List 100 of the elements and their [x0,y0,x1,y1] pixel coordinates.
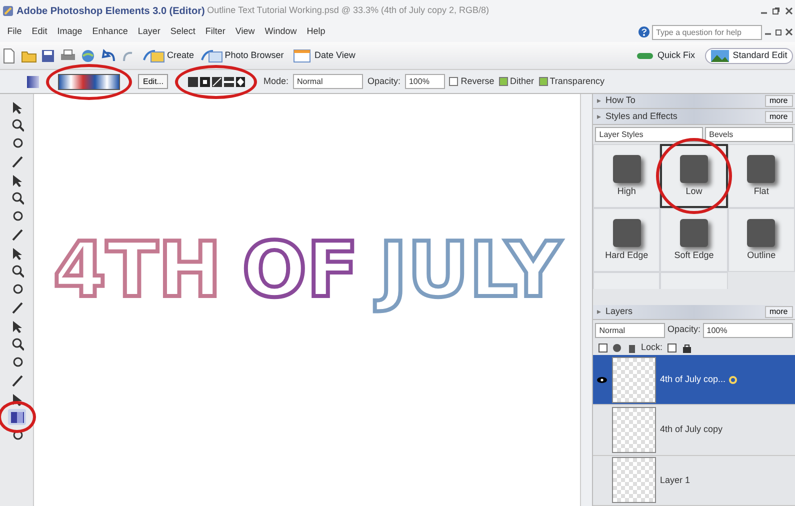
zoom-icon [10,118,24,132]
layer-row[interactable]: 4th of July copy [593,405,795,456]
bevel-preview-icon [612,154,641,183]
line-icon [10,227,24,242]
layer-blend-dropdown[interactable]: Normal [595,322,666,338]
mode-tab[interactable]: Standard Edit [704,48,793,64]
layer-thumbnail [612,407,656,454]
mode-label: Mode: [263,74,288,88]
trash-icon[interactable] [626,342,636,352]
style-label: Hard Edge [605,248,648,262]
tool-button[interactable] [8,408,26,425]
photo-browser-icon [200,48,223,64]
opacity-label: Opacity: [367,74,400,88]
style-tile[interactable]: Outline [728,208,795,272]
line-icon [10,373,24,388]
zoom-icon [10,264,24,278]
restore-icon[interactable] [774,28,782,36]
gradient-tool-icon [27,76,39,88]
style-label: Low [686,184,702,198]
palette-title: Layers [606,305,633,318]
style-tile[interactable]: Flat [728,144,795,208]
new-document-icon[interactable] [2,48,16,64]
globe-icon[interactable] [80,48,96,64]
checkbox[interactable]: Dither [498,74,534,88]
menu-item[interactable]: Filter [200,25,230,39]
style-tile[interactable]: High [593,144,660,208]
undo-icon[interactable] [100,48,117,62]
edit-button[interactable]: Edit... [138,74,168,89]
lock-transparency-icon[interactable] [667,342,678,352]
photo-browser-button[interactable]: Photo Browser [200,46,285,64]
layer-name: 4th of July copy [660,423,723,436]
gradient-types-drawing[interactable] [186,74,245,88]
layer-row[interactable]: 4th of July cop... [593,355,795,406]
adjustment-layer-icon[interactable] [612,342,622,352]
annotation-ellipse [0,400,36,433]
line-icon [10,154,24,168]
printer-icon[interactable] [60,48,76,62]
save-icon[interactable] [41,48,56,62]
checkbox[interactable]: Reverse [449,74,494,88]
help-icon [638,26,650,38]
app-icon [2,5,14,17]
bevel-preview-icon [680,218,708,247]
style-label: Soft Edge [674,248,714,262]
collapse-icon[interactable] [595,308,604,316]
new-layer-icon[interactable] [598,342,608,352]
restore-icon[interactable] [772,7,780,15]
menu-item[interactable]: View [230,25,260,39]
bevel-preview-icon [680,154,708,183]
layer-name: 4th of July cop... [660,373,726,386]
vertical-scrollbar[interactable] [580,94,592,506]
help-search-field[interactable]: Type a question for help [652,24,762,40]
menu-item[interactable]: Image [52,25,88,39]
eye-icon[interactable] [597,376,608,384]
layer-thumbnail [612,457,656,504]
style-label: High [617,184,636,198]
calendar-button[interactable]: Date View [289,46,356,64]
close-icon[interactable] [784,7,793,15]
style-tile[interactable]: Low [660,144,728,208]
style-label: Flat [754,184,769,198]
style-library-dropdown[interactable]: Bevels [705,127,793,142]
window-title: Adobe Photoshop Elements 3.0 (Editor) [16,4,205,18]
blend-mode-dropdown[interactable]: Normal [292,74,363,89]
folder-icon[interactable] [20,48,37,62]
more-button[interactable]: more [764,95,793,108]
zoom-icon [10,190,24,205]
bevel-preview-icon [747,218,776,247]
more-button[interactable]: more [764,110,793,123]
layer-name: Layer 1 [660,474,690,487]
lock-icon[interactable] [682,342,692,352]
close-icon[interactable] [784,28,793,36]
more-button[interactable]: more [764,306,793,318]
menu-item[interactable]: File [2,25,27,39]
style-tile[interactable]: Hard Edge [593,208,660,272]
layer-thumbnail [612,356,656,403]
bevel-preview-icon [612,218,641,247]
style-label: Outline [747,248,776,262]
menu-item[interactable]: Enhance [87,25,133,39]
menu-item[interactable]: Select [165,25,200,39]
layer-row[interactable]: Layer 1 [593,456,795,506]
style-tile[interactable]: Soft Edge [660,208,728,272]
opacity-field[interactable]: 100% [404,74,445,89]
opacity-label: Opacity: [668,323,701,336]
mode-tab[interactable]: Quick Fix [630,48,700,64]
menu-item[interactable]: Window [260,25,302,39]
menu-item[interactable]: Layer [132,25,166,39]
line-icon [10,300,24,314]
star-burst-button[interactable]: Create [142,46,196,64]
style-category-dropdown[interactable]: Layer Styles [595,127,703,142]
document-title: Outline Text Tutorial Working.psd @ 33.3% (4th of July copy 2, RGB/8) [207,4,490,18]
menu-item[interactable]: Help [302,25,330,39]
checkbox[interactable]: Transparency [538,74,604,88]
outlined-text: JULY [373,220,567,320]
gradient-icon [10,410,24,424]
layer-opacity-field[interactable]: 100% [702,322,793,338]
layer-style-icon [728,374,738,385]
menu-item[interactable]: Edit [26,25,52,39]
bevel-preview-icon [747,154,776,183]
landscape-icon [710,48,730,62]
outlined-text: OF [241,224,360,316]
gradient-picker[interactable] [58,74,120,90]
